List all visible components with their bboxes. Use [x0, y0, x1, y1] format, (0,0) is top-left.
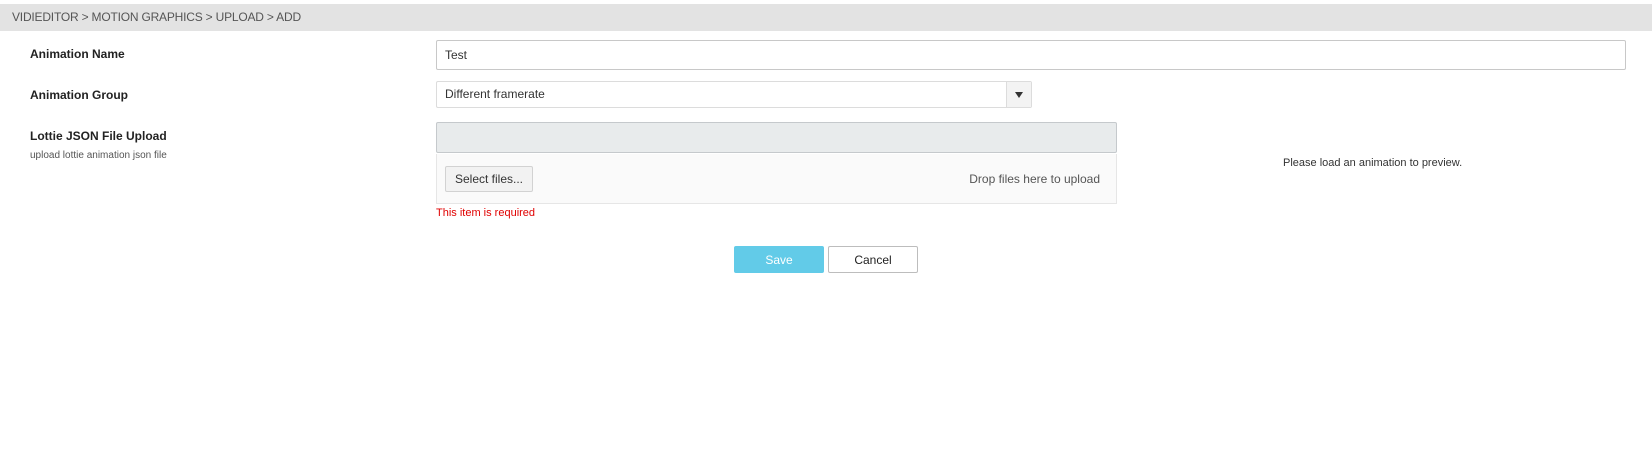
animation-group-selected-value: Different framerate: [445, 87, 545, 101]
drop-files-hint: Drop files here to upload: [969, 172, 1100, 186]
upload-dropzone[interactable]: Select files... Drop files here to uploa…: [436, 154, 1117, 204]
animation-name-label: Animation Name: [30, 47, 125, 61]
animation-group-select[interactable]: Different framerate: [436, 81, 1032, 108]
animation-name-input[interactable]: [436, 40, 1626, 70]
triangle-down-icon: [1015, 91, 1023, 98]
select-files-button[interactable]: Select files...: [445, 166, 533, 192]
lottie-upload-label: Lottie JSON File Upload: [30, 129, 167, 143]
preview-placeholder-text: Please load an animation to preview.: [1283, 157, 1463, 169]
required-error-message: This item is required: [436, 207, 536, 219]
breadcrumb: VIDIEDITOR > MOTION GRAPHICS > UPLOAD > …: [0, 4, 1652, 31]
upload-file-field[interactable]: [436, 122, 1117, 153]
lottie-upload-sublabel: upload lottie animation json file: [30, 150, 167, 161]
animation-group-label: Animation Group: [30, 88, 128, 102]
dropdown-arrow-button[interactable]: [1006, 82, 1031, 107]
save-button[interactable]: Save: [734, 246, 824, 273]
cancel-button[interactable]: Cancel: [828, 246, 918, 273]
